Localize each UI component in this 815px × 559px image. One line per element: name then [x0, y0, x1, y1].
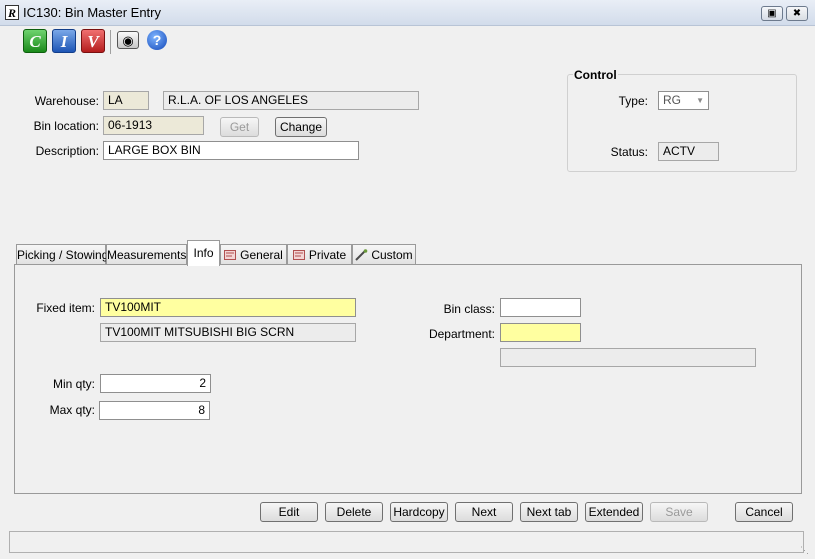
close-icon: ✖ [792, 8, 802, 19]
type-dropdown[interactable]: RG ▼ [658, 91, 709, 110]
resize-grip-icon[interactable]: ⋱ [800, 545, 809, 556]
tab-private[interactable]: Private [287, 244, 352, 265]
tab-label: Custom [371, 248, 413, 262]
get-button[interactable]: Get [220, 117, 259, 137]
restore-button[interactable]: ▣ [761, 6, 783, 21]
close-button[interactable]: ✖ [786, 6, 808, 21]
extended-button[interactable]: Extended [585, 502, 643, 522]
chevron-down-icon: ▼ [696, 96, 704, 105]
department-description [500, 348, 756, 367]
max-qty-label: Max qty: [49, 403, 95, 417]
tab-label: Private [308, 248, 347, 262]
help-button[interactable]: ? [147, 30, 167, 50]
control-group-title: Control [573, 68, 618, 82]
camera-button[interactable]: ◉ [117, 31, 139, 49]
hardcopy-button[interactable]: Hardcopy [390, 502, 448, 522]
min-qty-label: Min qty: [52, 377, 95, 391]
change-button[interactable]: Change [275, 117, 327, 137]
app-icon: R [5, 5, 19, 20]
description-label: Description: [35, 144, 99, 158]
delete-button[interactable]: Delete [325, 502, 383, 522]
fixed-item-description: TV100MIT MITSUBISHI BIG SCRN [100, 323, 356, 342]
status-bar [9, 531, 804, 553]
next-button[interactable]: Next [455, 502, 513, 522]
tab-picking-stowing[interactable]: Picking / Stowing [16, 244, 109, 265]
tab-label: Measurements [107, 248, 187, 262]
warehouse-code-field[interactable]: LA [103, 91, 149, 110]
help-icon: ? [152, 32, 162, 48]
toolbar-v-button[interactable]: V [81, 29, 105, 53]
camera-icon: ◉ [122, 33, 134, 48]
bin-class-field[interactable] [500, 298, 581, 317]
max-qty-field[interactable]: 8 [99, 401, 210, 420]
bin-location-label: Bin location: [33, 119, 99, 133]
tab-measurements[interactable]: Measurements [106, 244, 187, 265]
fixed-item-label: Fixed item: [36, 301, 95, 315]
bin-class-label: Bin class: [443, 302, 495, 316]
department-field[interactable] [500, 323, 581, 342]
toolbar-separator [110, 30, 111, 54]
title-bar: R IC130: Bin Master Entry ▣ ✖ [0, 0, 815, 26]
tab-label: Picking / Stowing [17, 248, 109, 262]
wrench-icon [355, 247, 368, 261]
restore-icon: ▣ [767, 8, 777, 19]
window-title: IC130: Bin Master Entry [23, 5, 161, 20]
status-field: ACTV [658, 142, 719, 161]
warehouse-label: Warehouse: [34, 94, 99, 108]
tab-general[interactable]: General [220, 244, 287, 265]
department-label: Department: [428, 327, 495, 341]
cancel-button[interactable]: Cancel [735, 502, 793, 522]
tab-custom[interactable]: Custom [352, 244, 416, 265]
bin-location-field[interactable]: 06-1913 [103, 116, 204, 135]
edit-button[interactable]: Edit [260, 502, 318, 522]
type-value: RG [663, 93, 681, 107]
toolbar-i-button[interactable]: I [52, 29, 76, 53]
status-label: Status: [610, 145, 648, 159]
note-icon [292, 247, 306, 260]
type-label: Type: [618, 94, 648, 108]
tab-label: General [240, 248, 283, 262]
note-icon [224, 247, 237, 260]
fixed-item-field[interactable]: TV100MIT [100, 298, 356, 317]
tab-label: Info [193, 246, 214, 260]
toolbar-c-button[interactable]: C [23, 29, 47, 53]
tab-info[interactable]: Info [187, 240, 220, 266]
description-field[interactable]: LARGE BOX BIN [103, 141, 359, 160]
next-tab-button[interactable]: Next tab [520, 502, 578, 522]
warehouse-name-field: R.L.A. OF LOS ANGELES [163, 91, 419, 110]
min-qty-field[interactable]: 2 [100, 374, 211, 393]
save-button[interactable]: Save [650, 502, 708, 522]
